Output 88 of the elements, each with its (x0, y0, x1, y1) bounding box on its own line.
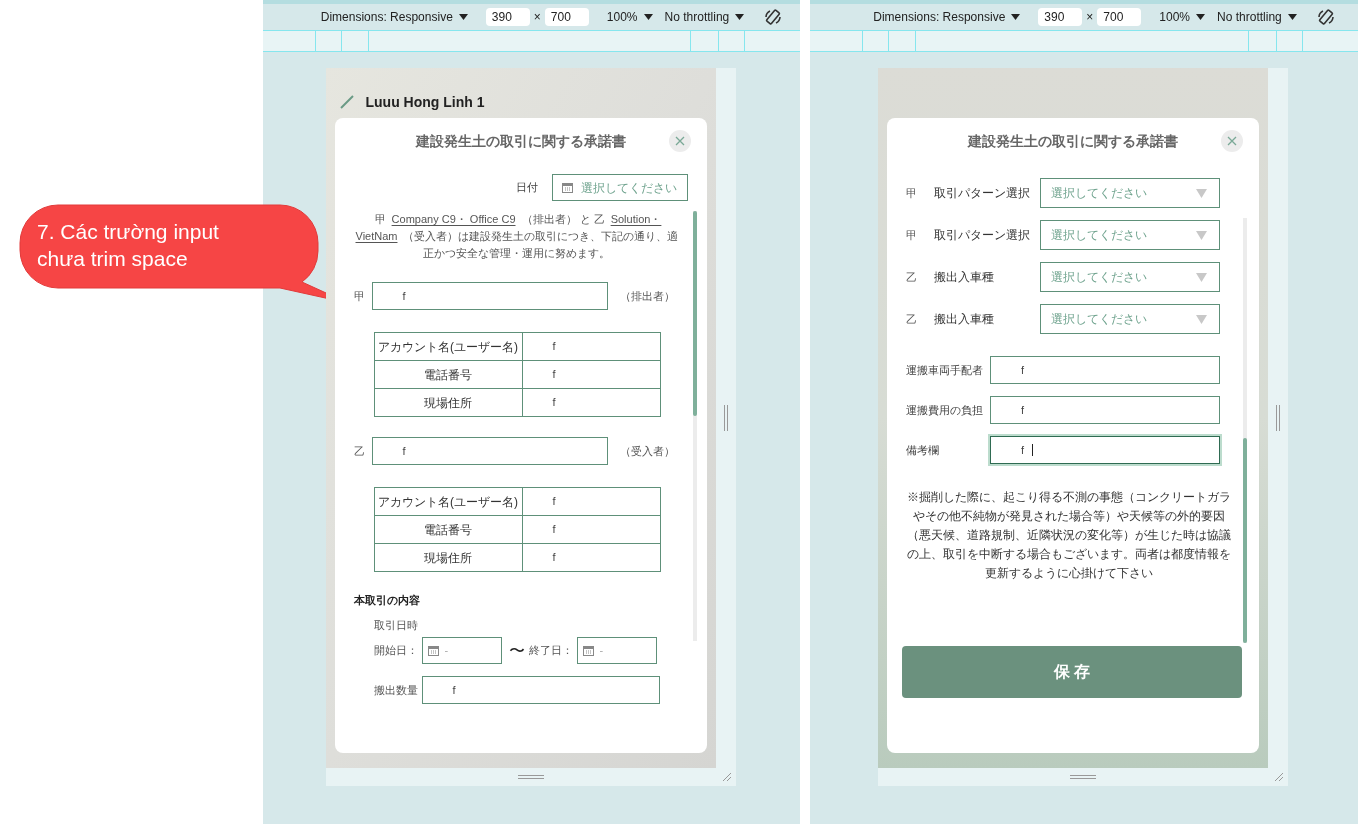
role-label: （排出者） (619, 288, 675, 304)
resize-handle-icon[interactable] (1275, 405, 1281, 431)
modal-title: 建設発生土の取引に関する承諾書 (968, 131, 1178, 151)
table-cell: アカウント名(ユーザー名) (374, 332, 522, 361)
end-label: 終了日： (528, 643, 574, 659)
caret-icon (458, 14, 468, 20)
field-label: 運搬車両手配者 (906, 362, 984, 378)
party-label: 甲 (353, 288, 366, 304)
dimensions-dropdown[interactable]: Dimensions: Responsive (873, 8, 1021, 26)
height-input[interactable]: 700 (544, 8, 589, 26)
save-button[interactable]: 保 存 (902, 646, 1242, 698)
throttling-dropdown[interactable]: No throttling (1217, 8, 1297, 26)
modal-title: 建設発生土の取引に関する承諾書 (415, 131, 626, 151)
input-field[interactable]: f (522, 388, 660, 417)
width-input[interactable]: 390 (1038, 8, 1083, 26)
select-label: 取引パターン選択 (934, 227, 1031, 244)
input-field[interactable]: f (990, 356, 1220, 384)
dimensions-dropdown[interactable]: Dimensions: Responsive (320, 8, 468, 26)
field-label: 運搬費用の負担 (906, 402, 984, 418)
table-cell: 現場住所 (374, 543, 522, 572)
role-label: （受入者） (619, 443, 675, 459)
note-text: ※掘削した際に、起こり得る不測の事態（コンクリートガラやその他不純物が発見された場合等）や天候等の外的要因（悪天候、道路規制、近隣状況の変化等）が生じた時は協議の上、取引を中断する場合もございます。両者は都度情報を更新するように心掛けて下さい (906, 489, 1231, 582)
caret-icon (1196, 14, 1206, 20)
close-icon (1227, 136, 1237, 146)
calendar-icon (582, 645, 594, 656)
scrollbar-thumb[interactable] (692, 211, 697, 416)
resize-handle-icon[interactable] (1070, 774, 1096, 780)
zoom-dropdown[interactable]: 100% (606, 8, 653, 26)
zoom-dropdown[interactable]: 100% (1159, 8, 1206, 26)
input-field[interactable]: f (522, 515, 660, 544)
table-cell: 電話番号 (374, 360, 522, 389)
table-cell: 現場住所 (374, 388, 522, 417)
party-label: 乙 (906, 311, 918, 327)
scrollbar-thumb[interactable] (1243, 438, 1247, 643)
resize-corner-icon[interactable] (721, 772, 732, 782)
width-input[interactable]: 390 (485, 8, 530, 26)
section-heading: 本取引の内容 (353, 593, 421, 608)
input-field[interactable]: f (421, 676, 660, 704)
callout-text: 7. Các trường input chưa trim space (37, 219, 220, 272)
resize-handle-icon[interactable] (517, 774, 544, 780)
party-label: 甲 (906, 227, 918, 243)
quantity-label: 搬出数量 (373, 682, 419, 698)
times-sign: × (533, 9, 541, 26)
select-label: 搬出入車種 (934, 269, 995, 286)
caret-icon (1287, 14, 1297, 20)
page-heading: Luuu Hong Linh 1 (365, 94, 485, 110)
field-label: 備考欄 (906, 442, 940, 458)
period-label: 取引日時 (373, 617, 419, 633)
input-field[interactable]: f (522, 487, 660, 516)
slash-icon (339, 95, 354, 109)
start-label: 開始日： (373, 643, 419, 659)
party-label: 乙 (353, 443, 366, 459)
input-field[interactable]: f (371, 282, 608, 310)
input-field[interactable]: f (990, 396, 1220, 424)
calendar-icon (561, 182, 573, 193)
dropdown-arrow-icon (1196, 188, 1207, 198)
select-label: 取引パターン選択 (934, 185, 1031, 202)
dropdown-arrow-icon (1196, 272, 1207, 282)
rotate-icon[interactable] (1316, 8, 1335, 26)
select-label: 搬出入車種 (934, 311, 995, 328)
input-field[interactable]: f (371, 437, 608, 465)
party-label: 甲 (906, 185, 918, 201)
rotate-icon[interactable] (764, 8, 783, 26)
input-field[interactable]: f (990, 436, 1220, 464)
caret-icon (1011, 14, 1021, 20)
dropdown-arrow-icon (1196, 314, 1207, 324)
tilde-sign: 〜 (508, 640, 525, 661)
close-icon (674, 136, 685, 146)
table-cell: アカウント名(ユーザー名) (374, 487, 522, 516)
throttling-dropdown[interactable]: No throttling (664, 8, 745, 26)
resize-corner-icon[interactable] (1274, 772, 1284, 782)
agreement-text: 甲 Company C9・ Office C9 （排出者） と 乙 Solution・ VietNam （受入者）は建設発生土の取引につき、下記の通り、適正かつ安全な管理・運用に努めます。 (354, 212, 680, 261)
close-button[interactable] (1221, 130, 1243, 152)
times-sign: × (1086, 9, 1094, 26)
input-field[interactable]: f (522, 543, 660, 572)
caret-icon (735, 14, 745, 20)
input-field[interactable]: f (522, 360, 660, 389)
date-label: 日付 (515, 180, 538, 196)
dropdown-arrow-icon (1196, 230, 1207, 240)
table-cell: 電話番号 (374, 515, 522, 544)
party-label: 乙 (906, 269, 918, 285)
text-cursor (1032, 444, 1034, 456)
input-field[interactable]: f (522, 332, 660, 361)
height-input[interactable]: 700 (1097, 8, 1142, 26)
caret-icon (643, 14, 653, 20)
resize-handle-icon[interactable] (722, 405, 729, 431)
calendar-icon (427, 645, 439, 656)
close-button[interactable] (668, 130, 691, 152)
